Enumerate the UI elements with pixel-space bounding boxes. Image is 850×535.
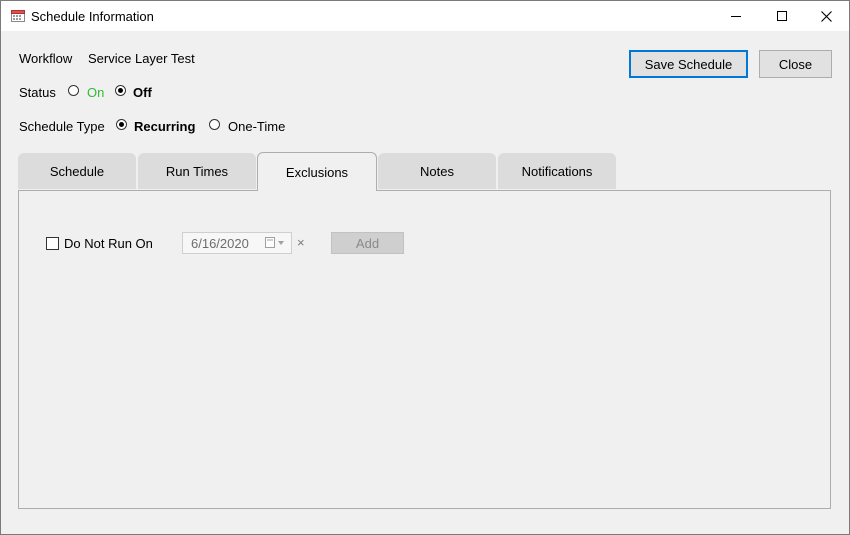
one-time-label[interactable]: One-Time bbox=[228, 119, 285, 134]
status-on-radio[interactable] bbox=[68, 85, 79, 96]
recurring-label[interactable]: Recurring bbox=[134, 119, 195, 134]
window-title: Schedule Information bbox=[31, 9, 154, 24]
workflow-label: Workflow bbox=[19, 51, 73, 66]
schedule-type-label: Schedule Type bbox=[19, 119, 105, 134]
tab-run-times[interactable]: Run Times bbox=[138, 153, 256, 189]
tab-notifications[interactable]: Notifications bbox=[498, 153, 616, 189]
calendar-dropdown-icon[interactable] bbox=[265, 237, 287, 249]
maximize-icon bbox=[777, 11, 787, 21]
exclusion-date-value: 6/16/2020 bbox=[191, 236, 249, 251]
workflow-value: Service Layer Test bbox=[88, 51, 195, 66]
schedule-information-window: Schedule Information Workflow Service La… bbox=[0, 0, 850, 535]
clear-date-icon[interactable]: × bbox=[297, 235, 305, 250]
one-time-radio[interactable] bbox=[209, 119, 220, 130]
add-exclusion-button[interactable]: Add bbox=[331, 232, 404, 254]
close-icon bbox=[820, 10, 832, 22]
status-label: Status bbox=[19, 85, 56, 100]
tab-exclusions[interactable]: Exclusions bbox=[257, 152, 377, 191]
exclusion-date-input[interactable]: 6/16/2020 bbox=[182, 232, 292, 254]
close-button[interactable]: Close bbox=[759, 50, 832, 78]
do-not-run-on-checkbox[interactable] bbox=[46, 237, 59, 250]
close-window-button[interactable] bbox=[803, 1, 849, 31]
tab-notes[interactable]: Notes bbox=[378, 153, 496, 189]
maximize-button[interactable] bbox=[759, 1, 805, 31]
save-schedule-button[interactable]: Save Schedule bbox=[629, 50, 748, 78]
status-off-label[interactable]: Off bbox=[133, 85, 152, 100]
title-bar: Schedule Information bbox=[1, 1, 849, 31]
minimize-button[interactable] bbox=[713, 1, 759, 31]
tab-schedule[interactable]: Schedule bbox=[18, 153, 136, 189]
recurring-radio[interactable] bbox=[116, 119, 127, 130]
status-on-label[interactable]: On bbox=[87, 85, 104, 100]
status-off-radio[interactable] bbox=[115, 85, 126, 96]
minimize-icon bbox=[731, 16, 741, 17]
calendar-icon bbox=[11, 10, 25, 22]
do-not-run-on-label[interactable]: Do Not Run On bbox=[64, 236, 153, 251]
